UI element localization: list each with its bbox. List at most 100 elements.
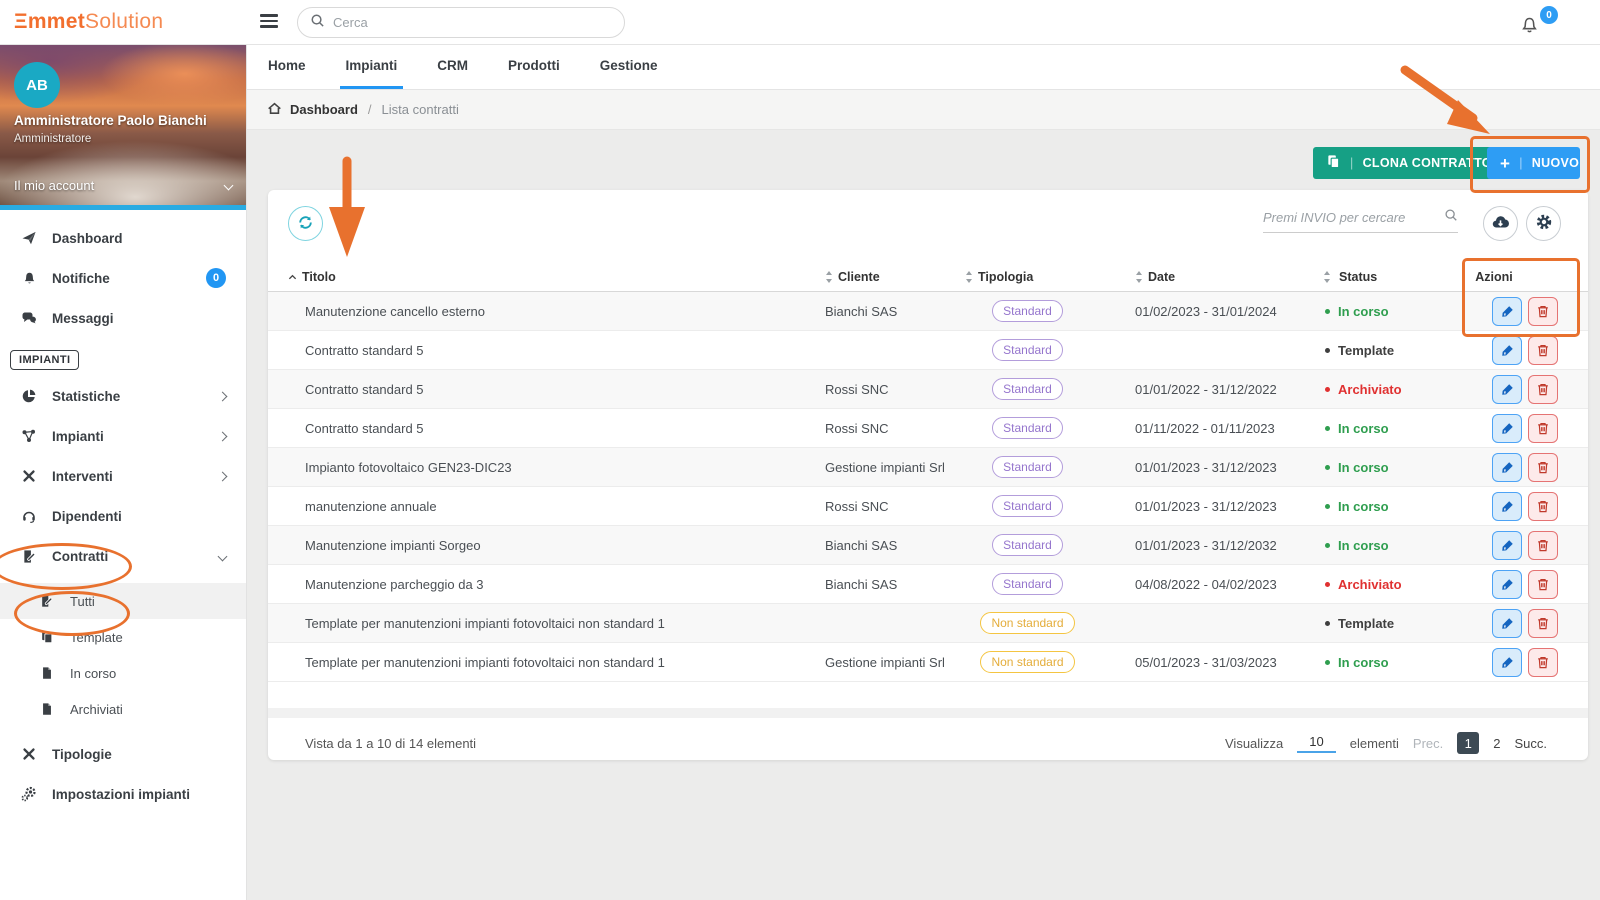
tab-crm[interactable]: CRM — [431, 45, 474, 89]
cell-cliente: Bianchi SAS — [825, 537, 898, 553]
panel-header — [268, 190, 1588, 262]
table-search[interactable] — [1263, 208, 1458, 233]
table-settings-button[interactable] — [1526, 206, 1561, 241]
tipologia-badge: Non standard — [980, 651, 1075, 673]
table-row[interactable]: Manutenzione parcheggio da 3 Bianchi SAS… — [268, 565, 1588, 604]
notifications-button[interactable]: 0 — [1518, 6, 1558, 40]
pen-icon — [1501, 305, 1513, 317]
table-search-input[interactable] — [1263, 210, 1444, 225]
table-row[interactable]: Template per manutenzioni impianti fotov… — [268, 643, 1588, 682]
delete-button[interactable] — [1528, 647, 1558, 677]
edit-button[interactable] — [1492, 608, 1522, 638]
cell-azioni — [1430, 569, 1558, 599]
sidebar-item-tipologie[interactable]: Tipologie — [0, 734, 246, 774]
delete-button[interactable] — [1528, 530, 1558, 560]
delete-button[interactable] — [1528, 374, 1558, 404]
sidebar-item-statistiche[interactable]: Statistiche — [0, 376, 246, 416]
table-row[interactable]: Contratto standard 5 Rossi SNC Standard … — [268, 409, 1588, 448]
table-row[interactable]: manutenzione annuale Rossi SNC Standard … — [268, 487, 1588, 526]
page-size-select[interactable]: 10 — [1297, 734, 1336, 753]
edit-button[interactable] — [1492, 530, 1522, 560]
sidebar-item-impianti[interactable]: Impianti — [0, 416, 246, 456]
chevron-right-icon — [217, 471, 228, 481]
sidebar-item-contratti-in-corso[interactable]: In corso — [0, 655, 246, 691]
refresh-button[interactable] — [288, 206, 323, 241]
table-row[interactable]: Template per manutenzioni impianti fotov… — [268, 604, 1588, 643]
chat-icon — [20, 310, 38, 326]
status-dot — [1325, 620, 1330, 626]
edit-button[interactable] — [1492, 335, 1522, 365]
clone-contract-button[interactable]: | CLONA CONTRATTO — [1313, 147, 1505, 179]
gears-icon — [20, 786, 38, 802]
edit-button[interactable] — [1492, 491, 1522, 521]
cell-tipologia: Standard — [965, 378, 1090, 400]
status-dot — [1325, 386, 1330, 392]
home-icon — [267, 101, 282, 119]
my-account-toggle[interactable]: Il mio account — [14, 178, 234, 193]
table-row[interactable]: Contratto standard 5 Rossi SNC Standard … — [268, 370, 1588, 409]
page-button-1[interactable]: 1 — [1457, 732, 1480, 754]
export-button[interactable] — [1483, 206, 1518, 241]
edit-button[interactable] — [1492, 374, 1522, 404]
avatar[interactable]: AB — [14, 62, 60, 108]
edit-button[interactable] — [1492, 452, 1522, 482]
sidebar-item-dipendenti[interactable]: Dipendenti — [0, 496, 246, 536]
global-search[interactable] — [297, 7, 625, 38]
page-size-label: Visualizza — [1225, 735, 1284, 751]
next-page-button[interactable]: Succ. — [1514, 736, 1547, 751]
tab-gestione[interactable]: Gestione — [594, 45, 664, 89]
cell-azioni — [1430, 296, 1558, 326]
delete-button[interactable] — [1528, 413, 1558, 443]
sidebar-item-contratti-archiviati[interactable]: Archiviati — [0, 691, 246, 727]
main-area: Home Impianti CRM Prodotti Gestione Dash… — [247, 45, 1600, 900]
tab-impianti[interactable]: Impianti — [339, 45, 404, 89]
table-row[interactable]: Contratto standard 5 Standard Template — [268, 331, 1588, 370]
delete-button[interactable] — [1528, 452, 1558, 482]
column-header-titolo[interactable]: Titolo — [288, 270, 825, 284]
table-footer: Vista da 1 a 10 di 14 elementi Visualizz… — [268, 718, 1588, 754]
delete-button[interactable] — [1528, 569, 1558, 599]
profile-panel: AB Amministratore Paolo Bianchi Amminist… — [0, 45, 246, 205]
sidebar-item-contratti[interactable]: Contratti — [0, 536, 246, 576]
hamburger-menu-icon[interactable] — [260, 14, 278, 30]
column-header-cliente[interactable]: Cliente — [825, 270, 965, 284]
prev-page-button[interactable]: Prec. — [1413, 736, 1443, 751]
table-row[interactable]: Manutenzione cancello esterno Bianchi SA… — [268, 292, 1588, 331]
sidebar-item-messaggi[interactable]: Messaggi — [0, 298, 246, 338]
cell-status: In corso — [1285, 304, 1430, 319]
cell-tipologia: Standard — [965, 300, 1090, 322]
breadcrumb-dashboard[interactable]: Dashboard — [290, 102, 358, 117]
column-label: Titolo — [302, 269, 336, 284]
edit-button[interactable] — [1492, 413, 1522, 443]
sidebar-item-dashboard[interactable]: Dashboard — [0, 218, 246, 258]
new-contract-button[interactable]: + | NUOVO — [1487, 147, 1580, 179]
sidebar-item-contratti-tutti[interactable]: Tutti — [0, 583, 246, 619]
delete-button[interactable] — [1528, 335, 1558, 365]
sort-icon — [965, 270, 973, 283]
delete-button[interactable] — [1528, 608, 1558, 638]
tab-prodotti[interactable]: Prodotti — [502, 45, 566, 89]
column-header-status[interactable]: Status — [1285, 270, 1430, 284]
edit-button[interactable] — [1492, 569, 1522, 599]
status-dot — [1325, 308, 1330, 314]
edit-button[interactable] — [1492, 296, 1522, 326]
trash-icon — [1538, 500, 1548, 512]
sidebar-item-impostazioni-impianti[interactable]: Impostazioni impianti — [0, 774, 246, 814]
column-header-tipologia[interactable]: Tipologia — [965, 270, 1090, 284]
delete-button[interactable] — [1528, 491, 1558, 521]
horizontal-scrollbar[interactable] — [268, 708, 1588, 718]
edit-button[interactable] — [1492, 647, 1522, 677]
global-search-input[interactable] — [333, 15, 612, 30]
pagination: Visualizza 10 elementi Prec. 1 2 Succ. — [1225, 732, 1547, 754]
tab-home[interactable]: Home — [262, 45, 312, 89]
column-header-date[interactable]: Date — [1090, 270, 1285, 284]
sidebar-item-contratti-template[interactable]: Template — [0, 619, 246, 655]
sidebar-item-interventi[interactable]: Interventi — [0, 456, 246, 496]
delete-button[interactable] — [1528, 296, 1558, 326]
sidebar-item-label: Tutti — [70, 593, 95, 609]
table-row[interactable]: Manutenzione impianti Sorgeo Bianchi SAS… — [268, 526, 1588, 565]
table-row[interactable]: Impianto fotovoltaico GEN23-DIC23 Gestio… — [268, 448, 1588, 487]
page-button-2[interactable]: 2 — [1493, 736, 1500, 751]
sidebar-item-notifiche[interactable]: Notifiche 0 — [0, 258, 246, 298]
cell-tipologia: Non standard — [965, 651, 1090, 673]
